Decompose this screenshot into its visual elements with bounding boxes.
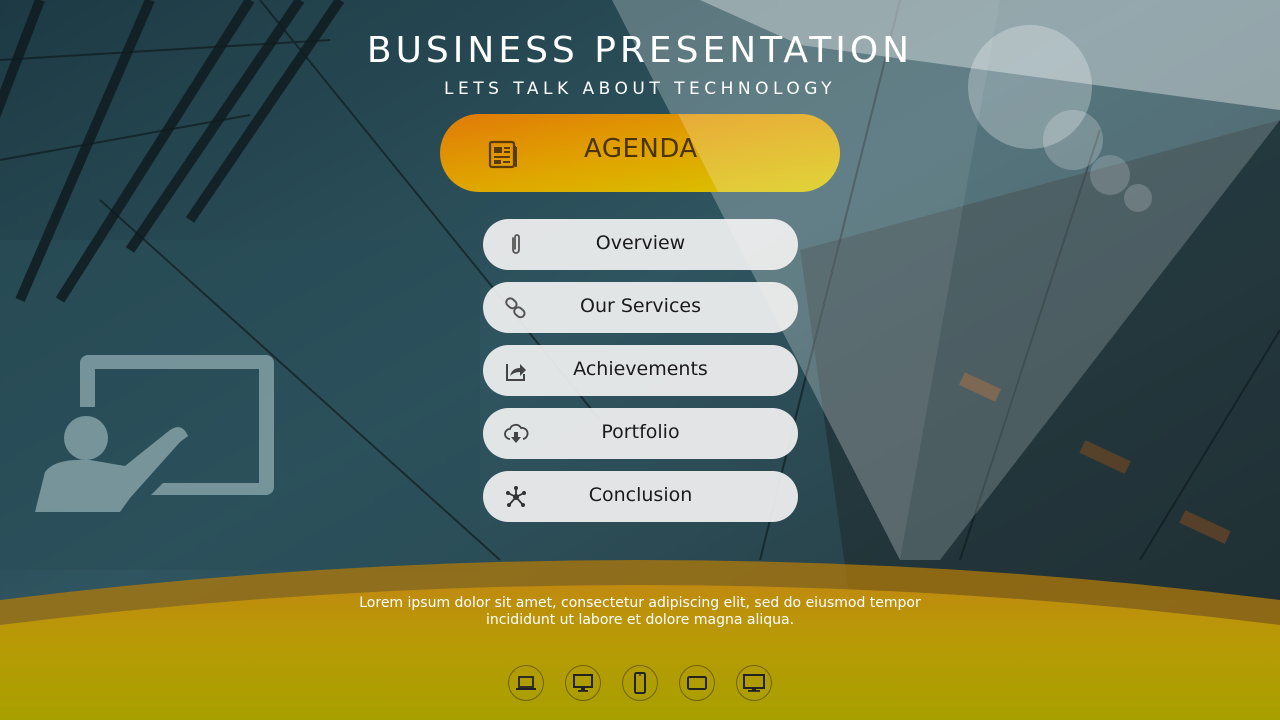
agenda-button[interactable]: AGENDA [440, 114, 840, 192]
phone-button[interactable] [622, 665, 658, 701]
desktop-button[interactable] [565, 665, 601, 701]
footer-line-2: incididunt ut labore et dolore magna ali… [485, 612, 795, 628]
laptop-icon [516, 676, 536, 690]
agenda-label: AGENDA [584, 134, 698, 164]
slide-title: BUSINESS PRESENTATION [366, 30, 914, 71]
menu-item-label: Achievements [573, 358, 708, 380]
menu-item-label: Portfolio [601, 421, 680, 443]
menu-item-portfolio[interactable]: Portfolio [483, 408, 798, 459]
desktop-icon [573, 674, 593, 692]
menu-item-label: Conclusion [588, 484, 693, 506]
menu-item-our-services[interactable]: Our Services [483, 282, 798, 333]
menu-item-achievements[interactable]: Achievements [483, 345, 798, 396]
phone-icon [634, 672, 646, 694]
menu-item-conclusion[interactable]: Conclusion [483, 471, 798, 522]
menu-item-label: Overview [595, 232, 686, 254]
agenda-menu: Overview Our Services Achievements Portf… [483, 219, 798, 534]
tablet-icon [687, 676, 707, 690]
slide-subtitle: LETS TALK ABOUT TECHNOLOGY [444, 79, 836, 99]
footer-line-1: Lorem ipsum dolor sit amet, consectetur … [359, 595, 921, 611]
footer-description: Lorem ipsum dolor sit amet, consectetur … [0, 595, 1280, 629]
monitor-button[interactable] [736, 665, 772, 701]
device-icons [508, 665, 778, 701]
laptop-button[interactable] [508, 665, 544, 701]
agenda-sheen [678, 114, 840, 192]
menu-item-overview[interactable]: Overview [483, 219, 798, 270]
monitor-icon [743, 674, 765, 692]
newspaper-icon [488, 140, 517, 169]
tablet-button[interactable] [679, 665, 715, 701]
menu-item-label: Our Services [580, 295, 701, 317]
presenter-board-icon [35, 355, 274, 512]
